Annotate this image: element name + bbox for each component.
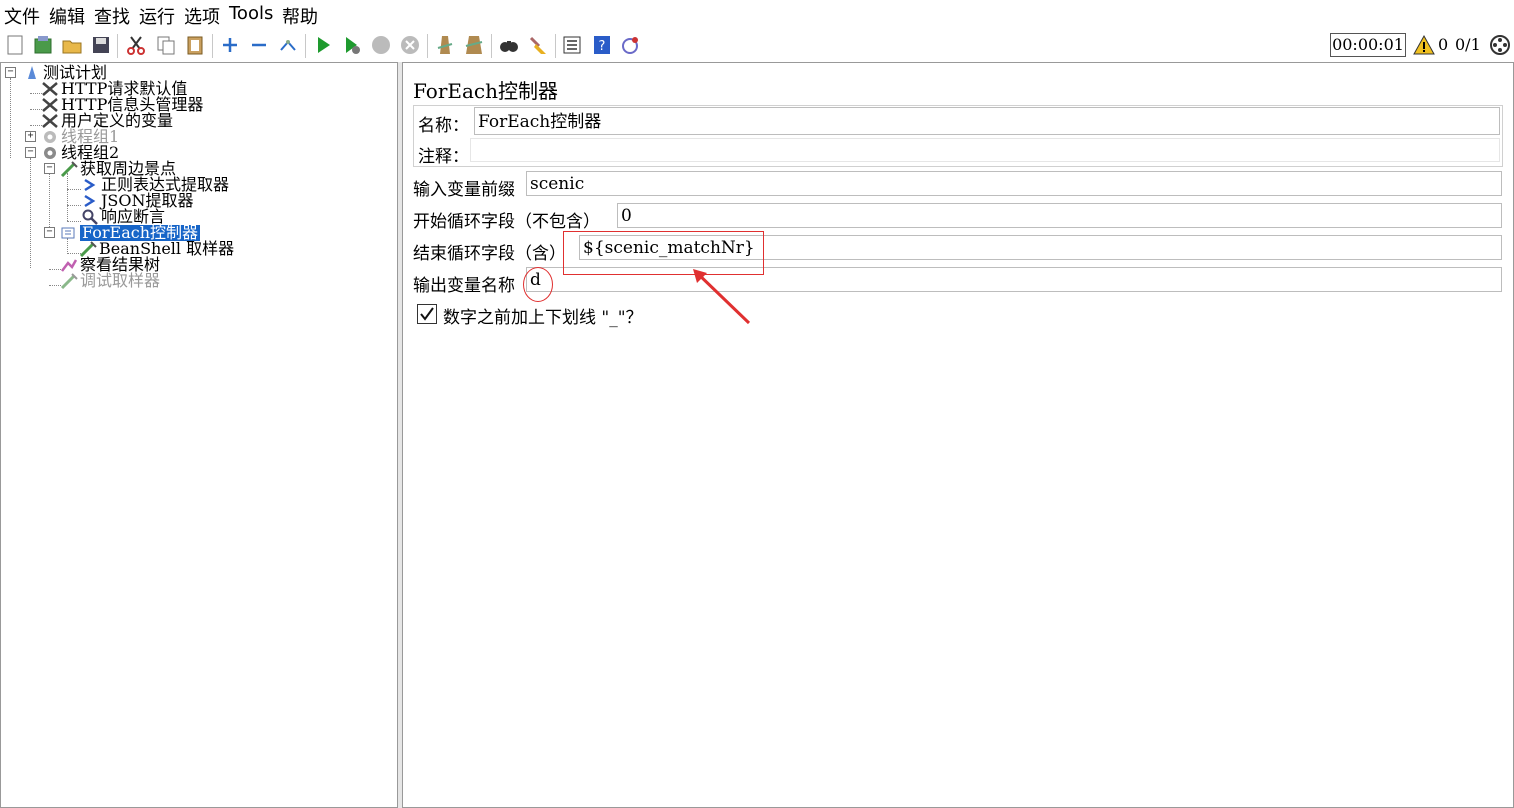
input-prefix-label: 输入变量前缀 — [413, 180, 515, 200]
collapse-toggle[interactable]: − — [44, 163, 55, 174]
start-no-pause-icon[interactable] — [341, 34, 363, 56]
reset-search-icon[interactable] — [527, 34, 549, 56]
start-index-label: 开始循环字段（不包含） — [413, 212, 600, 232]
menu-options[interactable]: 选项 — [184, 3, 220, 29]
menu-bar: 文件 编辑 查找 运行 选项 Tools 帮助 — [0, 0, 1514, 30]
collapse-toggle[interactable]: − — [5, 67, 16, 78]
name-field[interactable]: ForEach控制器 — [474, 107, 1500, 135]
warning-icon[interactable] — [1413, 34, 1435, 56]
name-label: 名称： — [418, 116, 469, 136]
svg-text:?: ? — [599, 39, 606, 54]
copy-icon[interactable] — [155, 34, 177, 56]
name-comment-box: 名称： ForEach控制器 注释： — [413, 105, 1503, 167]
foreach-controller-icon — [60, 225, 78, 241]
menu-search[interactable]: 查找 — [94, 3, 130, 29]
clear-icon[interactable] — [434, 34, 456, 56]
open-icon[interactable] — [61, 34, 83, 56]
sampler-pipette-icon — [60, 273, 78, 290]
menu-help[interactable]: 帮助 — [282, 3, 318, 29]
shutdown-icon[interactable] — [399, 34, 421, 56]
save-icon[interactable] — [90, 34, 112, 56]
menu-run[interactable]: 运行 — [139, 3, 175, 29]
gear-icon — [41, 129, 59, 145]
stop-icon[interactable] — [370, 34, 392, 56]
function-helper-icon[interactable] — [561, 34, 583, 56]
templates-icon[interactable] — [32, 34, 54, 56]
collapse-toggle[interactable]: − — [25, 147, 36, 158]
collapse-icon[interactable] — [248, 34, 270, 56]
underscore-checkbox[interactable] — [417, 304, 437, 324]
menu-file[interactable]: 文件 — [4, 3, 40, 29]
extractor-arrow-icon — [81, 177, 99, 193]
end-index-label: 结束循环字段（含） — [413, 244, 566, 264]
gear-icon — [41, 145, 59, 161]
remote-icon[interactable] — [620, 34, 642, 56]
checkmark-icon — [420, 307, 434, 321]
underscore-checkbox-label: 数字之前加上下划线 "_"？ — [443, 308, 643, 328]
new-icon[interactable] — [4, 34, 26, 56]
comment-label: 注释： — [418, 147, 469, 167]
extractor-arrow-icon — [81, 193, 99, 209]
expand-toggle[interactable]: + — [25, 131, 36, 142]
collapse-toggle[interactable]: − — [44, 227, 55, 238]
toolbar: ? 00:00:01 0 0/1 — [0, 30, 1514, 63]
menu-edit[interactable]: 编辑 — [49, 3, 85, 29]
comment-field[interactable] — [470, 138, 1500, 162]
test-plan-icon — [23, 65, 41, 81]
listener-icon — [60, 257, 78, 273]
expand-icon[interactable] — [219, 34, 241, 56]
input-prefix-field[interactable]: scenic — [526, 171, 1502, 196]
foreach-controller-panel: ForEach控制器 名称： ForEach控制器 注释： 输入变量前缀 sce… — [402, 62, 1514, 808]
output-variable-label: 输出变量名称 — [413, 276, 515, 296]
config-wrench-icon — [41, 81, 59, 97]
annotation-highlight-circle — [523, 267, 553, 302]
clear-all-icon[interactable] — [463, 34, 485, 56]
sampler-pipette-icon — [60, 161, 78, 178]
panel-title: ForEach控制器 — [413, 79, 558, 103]
test-plan-tree: − + − − − 测试计划 HTTP请求默认值 HTTP信息头管理器 用户定义… — [0, 62, 398, 808]
config-wrench-icon — [41, 113, 59, 129]
warning-count: 0 — [1438, 35, 1449, 54]
menu-tools[interactable]: Tools — [229, 3, 273, 24]
start-icon[interactable] — [312, 34, 334, 56]
toggle-icon[interactable] — [277, 34, 299, 56]
config-wrench-icon — [41, 97, 59, 113]
start-index-field[interactable]: 0 — [617, 203, 1502, 228]
cut-icon[interactable] — [125, 34, 147, 56]
help-icon[interactable]: ? — [591, 34, 613, 56]
search-icon[interactable] — [498, 34, 520, 56]
status-indicator-icon[interactable] — [1489, 34, 1511, 56]
active-threads: 0/1 — [1455, 35, 1481, 54]
paste-icon[interactable] — [184, 34, 206, 56]
elapsed-timer: 00:00:01 — [1330, 33, 1406, 57]
annotation-arrow-icon — [693, 269, 751, 325]
